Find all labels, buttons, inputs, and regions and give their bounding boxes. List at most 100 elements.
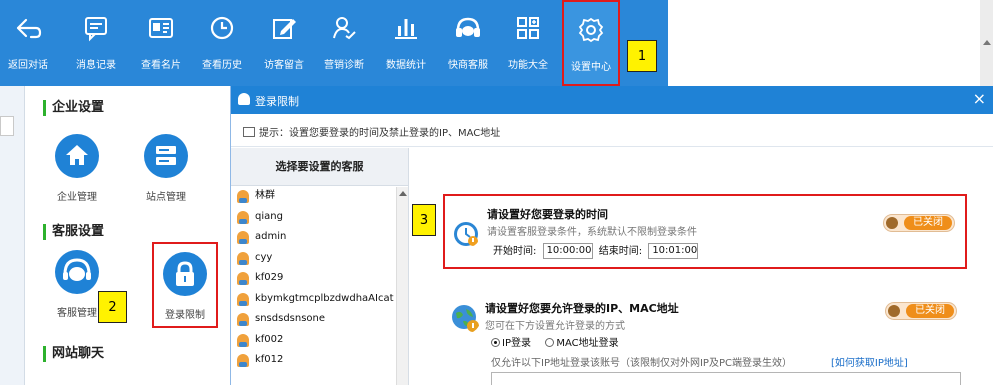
toolbar-label: 快商客服 bbox=[448, 60, 488, 71]
section-title-website-chat: 网站聊天 bbox=[43, 346, 104, 362]
ip-login-radio[interactable] bbox=[491, 338, 500, 347]
server-icon bbox=[144, 134, 188, 178]
top-toolbar: 返回对话 消息记录 查看名片 查看历史 访客留言 营销诊断 数据统计 快商客服 bbox=[0, 0, 668, 86]
toggle-status: 已关闭 bbox=[906, 304, 954, 318]
start-time-input[interactable]: 10:00:00 bbox=[542, 243, 593, 259]
toggle-knob bbox=[886, 217, 898, 229]
time-range-row: 开始时间: 10:00:00 结束时间: 10:01:00 bbox=[493, 242, 701, 259]
time-card-subtitle: 请设置客服登录条件，系统默认不限制登录条件 bbox=[487, 227, 697, 238]
start-time-label: 开始时间: bbox=[493, 246, 537, 257]
menu-item-site-management[interactable]: 站点管理 bbox=[131, 134, 201, 203]
ip-card-subtitle: 您可在下方设置允许登录的方式 bbox=[485, 321, 625, 332]
agent-avatar-icon bbox=[237, 272, 249, 285]
scroll-up-arrow-icon[interactable] bbox=[399, 191, 407, 196]
agent-icon bbox=[55, 250, 99, 294]
agent-avatar-icon bbox=[237, 190, 249, 203]
agent-avatar-icon bbox=[237, 251, 249, 265]
end-time-label: 结束时间: bbox=[598, 246, 643, 257]
agent-avatar-icon bbox=[237, 292, 249, 306]
toggle-status: 已关闭 bbox=[904, 216, 952, 230]
agent-avatar-icon bbox=[237, 210, 249, 224]
how-to-get-ip-link[interactable]: [如何获取IP地址] bbox=[831, 354, 908, 369]
tip-label: 提示：设置您要登录的时间及禁止登录的IP、MAC地址 bbox=[259, 128, 501, 139]
background-area bbox=[668, 0, 993, 86]
ip-restriction-toggle[interactable]: 已关闭 bbox=[885, 302, 957, 320]
toolbar-all-functions[interactable]: 功能大全 bbox=[500, 0, 556, 86]
agent-item[interactable]: kf012 bbox=[231, 350, 408, 371]
section-title-agent-settings: 客服设置 bbox=[43, 224, 104, 240]
ip-login-label: IP登录 bbox=[502, 338, 531, 349]
toolbar-label: 数据统计 bbox=[386, 60, 426, 71]
menu-item-label: 站点管理 bbox=[146, 192, 186, 203]
id-card-icon bbox=[149, 18, 173, 38]
gear-icon bbox=[578, 17, 604, 43]
toolbar-label: 访客留言 bbox=[264, 60, 304, 71]
section-title-enterprise: 企业设置 bbox=[43, 100, 104, 116]
agent-name: kf012 bbox=[255, 354, 284, 365]
back-arrow-icon bbox=[16, 18, 42, 39]
headset-icon bbox=[456, 17, 480, 37]
toolbar-view-card[interactable]: 查看名片 bbox=[133, 0, 189, 86]
lock-icon bbox=[163, 252, 207, 296]
toolbar-message-log[interactable]: 消息记录 bbox=[68, 0, 124, 86]
toolbar-settings-center[interactable]: 设置中心 bbox=[562, 0, 620, 86]
agent-item[interactable]: 林群 bbox=[231, 186, 408, 207]
ip-note: 仅允许以下IP地址登录该账号（该限制仅对外网IP及PC端登录生效） bbox=[491, 358, 792, 369]
login-mode-radios: IP登录 MAC地址登录 bbox=[491, 334, 619, 349]
agent-list-scrollbar[interactable] bbox=[396, 187, 408, 385]
menu-item-label: 企业管理 bbox=[57, 192, 97, 203]
toolbar-visitor-message[interactable]: 访客留言 bbox=[256, 0, 312, 86]
mac-login-label: MAC地址登录 bbox=[556, 338, 619, 349]
agent-name: 林群 bbox=[255, 190, 275, 201]
annotation-marker-1: 1 bbox=[627, 40, 657, 72]
divider bbox=[231, 146, 993, 147]
annotation-marker-2: 2 bbox=[98, 291, 127, 323]
message-icon bbox=[85, 17, 107, 42]
menu-item-enterprise-management[interactable]: 企业管理 bbox=[42, 134, 112, 203]
toolbar-marketing-diagnosis[interactable]: 营销诊断 bbox=[316, 0, 372, 86]
close-icon[interactable]: × bbox=[973, 89, 986, 108]
dialog-title: 登录限制 bbox=[255, 95, 299, 108]
agent-name: admin bbox=[255, 231, 287, 242]
agent-list-title: 选择要设置的客服 bbox=[231, 148, 408, 186]
agent-name: kf002 bbox=[255, 333, 284, 345]
collapsed-panel-tab[interactable] bbox=[0, 116, 14, 136]
toolbar-kuaishang-service[interactable]: 快商客服 bbox=[440, 0, 496, 86]
menu-item-login-restriction[interactable]: 登录限制 bbox=[152, 242, 218, 328]
settings-menu: 企业设置 企业管理 站点管理 客服设置 客服管理 登录限制 2 网站聊天 bbox=[25, 86, 230, 385]
agent-item[interactable]: kf002 bbox=[231, 330, 408, 351]
agent-item[interactable]: kbymkgtmcplbzdwdhaAIcat bbox=[231, 289, 408, 310]
login-restriction-dialog: 登录限制 × 提示：设置您要登录的时间及禁止登录的IP、MAC地址 选择要设置的… bbox=[230, 86, 993, 385]
diagnosis-icon bbox=[333, 17, 356, 40]
toolbar-label: 返回对话 bbox=[8, 60, 48, 71]
agent-item[interactable]: snsdsdsnsone bbox=[231, 309, 408, 330]
mac-login-radio[interactable] bbox=[545, 338, 555, 347]
agent-name: kbymkgtmcplbzdwdhaAIcat bbox=[255, 292, 394, 304]
toolbar-label: 功能大全 bbox=[508, 60, 548, 71]
toolbar-data-stats[interactable]: 数据统计 bbox=[378, 0, 434, 86]
agent-item[interactable]: admin bbox=[231, 227, 408, 248]
app-window: 返回对话 消息记录 查看名片 查看历史 访客留言 营销诊断 数据统计 快商客服 bbox=[0, 0, 993, 385]
home-icon bbox=[55, 134, 99, 178]
time-restriction-toggle[interactable]: 已关闭 bbox=[883, 214, 955, 232]
toolbar-label: 消息记录 bbox=[76, 60, 116, 71]
agent-item[interactable]: cyy bbox=[231, 248, 408, 269]
toolbar-back-to-chat[interactable]: 返回对话 bbox=[0, 0, 56, 86]
agent-item[interactable]: qiang bbox=[231, 207, 408, 228]
agent-item[interactable]: kf029 bbox=[231, 268, 408, 289]
clock-icon bbox=[210, 16, 234, 40]
agent-avatar-icon bbox=[237, 333, 249, 347]
tip-text: 提示：设置您要登录的时间及禁止登录的IP、MAC地址 bbox=[243, 124, 500, 139]
scroll-up-arrow-icon[interactable] bbox=[983, 40, 991, 45]
annotation-marker-3: 3 bbox=[412, 204, 436, 236]
agent-name: kf029 bbox=[255, 272, 284, 283]
agent-avatar-icon bbox=[237, 231, 249, 244]
end-time-input[interactable]: 10:01:00 bbox=[648, 243, 699, 259]
toolbar-label: 查看历史 bbox=[202, 60, 242, 71]
window-scrollbar[interactable] bbox=[980, 0, 993, 86]
dialog-title-icon bbox=[238, 93, 250, 105]
alarm-clock-icon bbox=[454, 222, 478, 246]
ip-address-input[interactable] bbox=[491, 372, 961, 385]
toolbar-view-history[interactable]: 查看历史 bbox=[194, 0, 250, 86]
grid-icon bbox=[517, 17, 539, 39]
